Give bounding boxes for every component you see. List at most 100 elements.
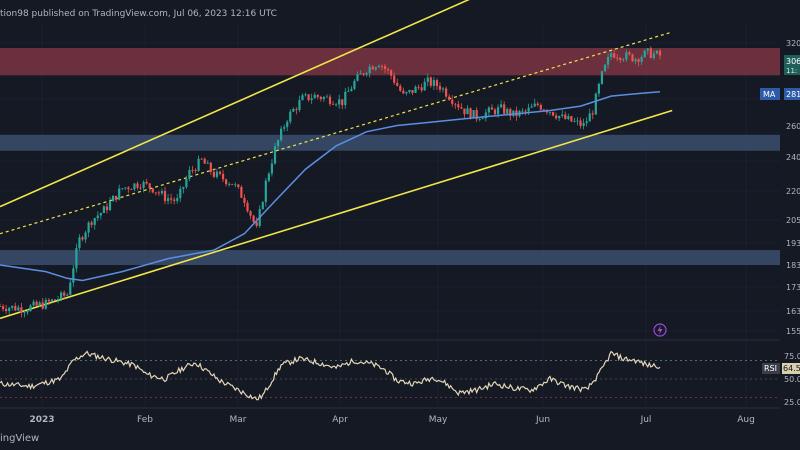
candle-body bbox=[307, 94, 310, 101]
ma-badge-label: MA bbox=[763, 90, 776, 99]
candle-body bbox=[365, 73, 368, 75]
candle-body bbox=[295, 109, 298, 110]
candle-body bbox=[252, 215, 255, 222]
candle-body bbox=[316, 94, 319, 97]
time-tick-label: Feb bbox=[137, 415, 153, 425]
candle-body bbox=[179, 188, 182, 199]
candle-body bbox=[619, 57, 622, 60]
candle-body bbox=[280, 128, 283, 141]
candle-body bbox=[215, 171, 219, 177]
candle-body bbox=[185, 178, 188, 188]
candle-body bbox=[38, 302, 41, 306]
candle-body bbox=[234, 184, 237, 186]
candle-body bbox=[261, 202, 264, 210]
candle-body bbox=[63, 292, 66, 296]
candle-body bbox=[50, 299, 54, 302]
candle-body bbox=[60, 292, 63, 300]
trading-chart[interactable]: 320 260 240 220 205 193 183 173 163 155 306 11: M… bbox=[0, 0, 800, 450]
candle-body bbox=[524, 110, 527, 112]
candle-body bbox=[353, 80, 356, 89]
candle-body bbox=[292, 109, 295, 112]
candle-body bbox=[221, 173, 225, 180]
price-tick-label: 163 bbox=[786, 307, 800, 316]
candle-body bbox=[163, 191, 167, 202]
candle-body bbox=[108, 201, 112, 211]
ma-badge: MA 281 bbox=[760, 88, 800, 100]
candle-body bbox=[390, 70, 393, 76]
candle-body bbox=[356, 74, 359, 81]
candle-body bbox=[441, 88, 445, 90]
candle-body bbox=[603, 64, 607, 72]
candle-body bbox=[414, 86, 417, 93]
candle-body bbox=[111, 195, 115, 202]
candle-body bbox=[99, 213, 102, 216]
candle-body bbox=[582, 123, 585, 126]
price-tick-label: 220 bbox=[786, 187, 800, 196]
candle-body bbox=[56, 299, 60, 301]
candle-body bbox=[371, 66, 374, 70]
candle-body bbox=[29, 305, 32, 311]
price-tick-label: 240 bbox=[786, 153, 800, 162]
candle-body bbox=[561, 114, 564, 116]
support-zone-lower bbox=[0, 250, 780, 266]
candle-body bbox=[1, 306, 5, 310]
price-badge-time: 11: bbox=[786, 67, 797, 75]
candle-body bbox=[255, 221, 258, 226]
candle-body bbox=[304, 94, 307, 96]
candle-body bbox=[640, 57, 643, 62]
candle-body bbox=[319, 96, 322, 100]
candle-body bbox=[576, 120, 579, 122]
candle-body bbox=[637, 59, 640, 62]
candle-body bbox=[228, 183, 231, 185]
candle-body bbox=[451, 99, 454, 104]
price-badge-value: 306 bbox=[786, 57, 800, 66]
candle-body bbox=[622, 59, 625, 61]
candle-body bbox=[90, 222, 93, 225]
candle-body bbox=[133, 183, 136, 190]
candle-body bbox=[335, 104, 338, 106]
candle-body bbox=[377, 65, 380, 68]
candle-body bbox=[588, 113, 591, 122]
candle-body bbox=[594, 93, 597, 115]
candle-body bbox=[157, 192, 160, 194]
candle-body bbox=[396, 82, 399, 86]
candle-body bbox=[78, 237, 81, 249]
candle-body bbox=[75, 248, 78, 269]
candle-body bbox=[115, 195, 118, 200]
candle-body bbox=[69, 282, 72, 295]
time-tick-label: 2023 bbox=[29, 415, 54, 425]
candle-body bbox=[325, 96, 329, 98]
candle-body bbox=[344, 91, 347, 106]
candle-body bbox=[66, 294, 69, 296]
candle-body bbox=[124, 187, 127, 189]
candle-body bbox=[435, 80, 439, 87]
candle-body bbox=[386, 69, 390, 71]
candle-body bbox=[194, 170, 197, 171]
candle-body bbox=[231, 183, 234, 185]
candle-body bbox=[460, 107, 463, 109]
candle-body bbox=[72, 268, 75, 283]
candle-body bbox=[182, 187, 185, 189]
candle-body bbox=[521, 110, 524, 112]
candle-body bbox=[359, 73, 362, 75]
candle-body bbox=[527, 107, 530, 112]
candle-body bbox=[102, 206, 105, 214]
candle-body bbox=[206, 162, 209, 164]
candle-body bbox=[84, 232, 87, 240]
candle-body bbox=[487, 107, 490, 113]
candle-body bbox=[176, 198, 179, 201]
candle-body bbox=[393, 75, 396, 83]
candle-body bbox=[170, 198, 173, 200]
candle-body bbox=[328, 96, 332, 104]
candle-body bbox=[478, 119, 481, 120]
resistance-zone bbox=[0, 47, 780, 76]
candle-body bbox=[148, 183, 151, 189]
candle-body bbox=[362, 73, 365, 75]
candle-body bbox=[374, 67, 377, 70]
candle-body bbox=[631, 54, 634, 62]
candle-body bbox=[411, 89, 414, 93]
candle-body bbox=[448, 96, 451, 100]
candle-body bbox=[93, 218, 96, 225]
candle-body bbox=[188, 169, 191, 179]
candle-body bbox=[646, 48, 649, 51]
